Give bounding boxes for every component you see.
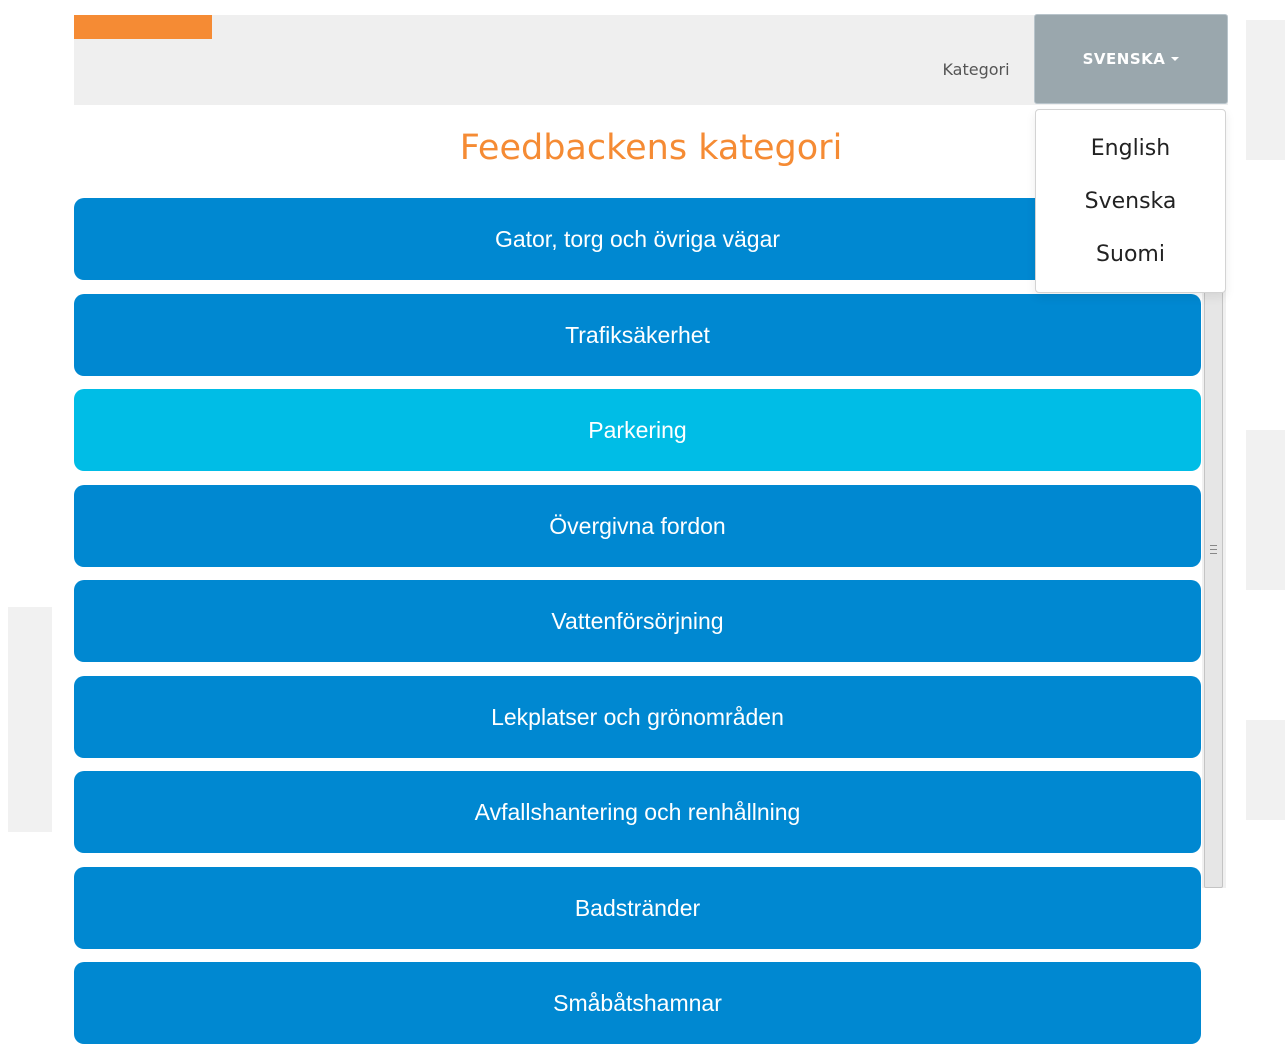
language-option-svenska[interactable]: Svenska [1036, 189, 1225, 214]
site-logo[interactable] [74, 15, 212, 39]
category-button-avfallshantering[interactable]: Avfallshantering och renhållning [74, 771, 1201, 853]
language-option-suomi[interactable]: Suomi [1036, 242, 1225, 267]
background-decoration-right-top [1246, 20, 1285, 160]
category-button-gator[interactable]: Gator, torg och övriga vägar [74, 198, 1201, 280]
category-button-lekplatser[interactable]: Lekplatser och grönområden [74, 675, 1201, 758]
language-button-label: SVENSKA [1082, 50, 1166, 68]
scrollbar-grip-icon [1210, 545, 1217, 554]
category-button-trafiksakerhet[interactable]: Trafiksäkerhet [74, 293, 1201, 376]
category-button-vattenforsorjning[interactable]: Vattenförsörjning [74, 580, 1201, 662]
nav-link-kategori[interactable]: Kategori [930, 60, 1022, 79]
background-decoration-left [8, 607, 52, 832]
caret-down-icon [1171, 56, 1180, 61]
category-button-smabatshamnar[interactable]: Småbåtshamnar [74, 962, 1201, 1044]
category-button-parkering[interactable]: Parkering [74, 389, 1201, 471]
background-decoration-right-bottom [1246, 720, 1285, 820]
language-dropdown-button[interactable]: SVENSKA [1034, 14, 1228, 104]
language-option-english[interactable]: English [1036, 136, 1225, 161]
scrollbar-thumb[interactable] [1204, 290, 1223, 888]
category-list: Gator, torg och övriga vägar Trafiksäker… [74, 198, 1201, 1058]
category-button-badstrander[interactable]: Badstränder [74, 866, 1201, 949]
background-decoration-right-mid [1246, 430, 1285, 590]
language-dropdown-menu: English Svenska Suomi [1035, 109, 1226, 293]
category-button-overgivna-fordon[interactable]: Övergivna fordon [74, 484, 1201, 567]
